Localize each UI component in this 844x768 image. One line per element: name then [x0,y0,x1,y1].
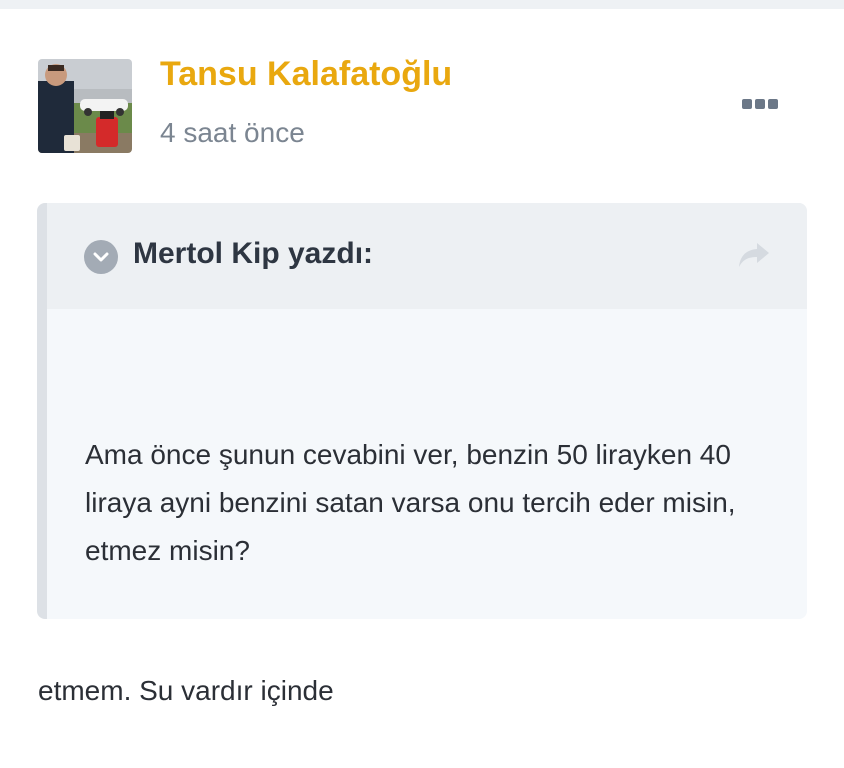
quote-block: Mertol Kip yazdı: Ama önce şunun cevabin… [37,203,807,619]
ellipsis-icon [768,99,778,109]
ellipsis-icon [755,99,765,109]
quote-header: Mertol Kip yazdı: [47,203,807,309]
share-arrow-icon[interactable] [737,241,771,269]
quote-text: Ama önce şunun cevabini ver, benzin 50 l… [85,439,736,566]
post-body-text: etmem. Su vardır içinde [38,675,334,706]
author-name[interactable]: Tansu Kalafatoğlu [160,55,452,94]
avatar[interactable] [38,59,132,153]
chevron-down-circle-icon[interactable] [84,240,118,274]
avatar-photo [38,59,132,153]
ellipsis-icon [742,99,752,109]
forum-post: Tansu Kalafatoğlu 4 saat önce Mertol Kip… [0,9,844,768]
top-divider-strip [0,0,844,9]
quote-author: Mertol Kip yazdı: [133,237,374,270]
more-options-button[interactable] [732,91,788,117]
post-timestamp[interactable]: 4 saat önce [160,117,305,149]
